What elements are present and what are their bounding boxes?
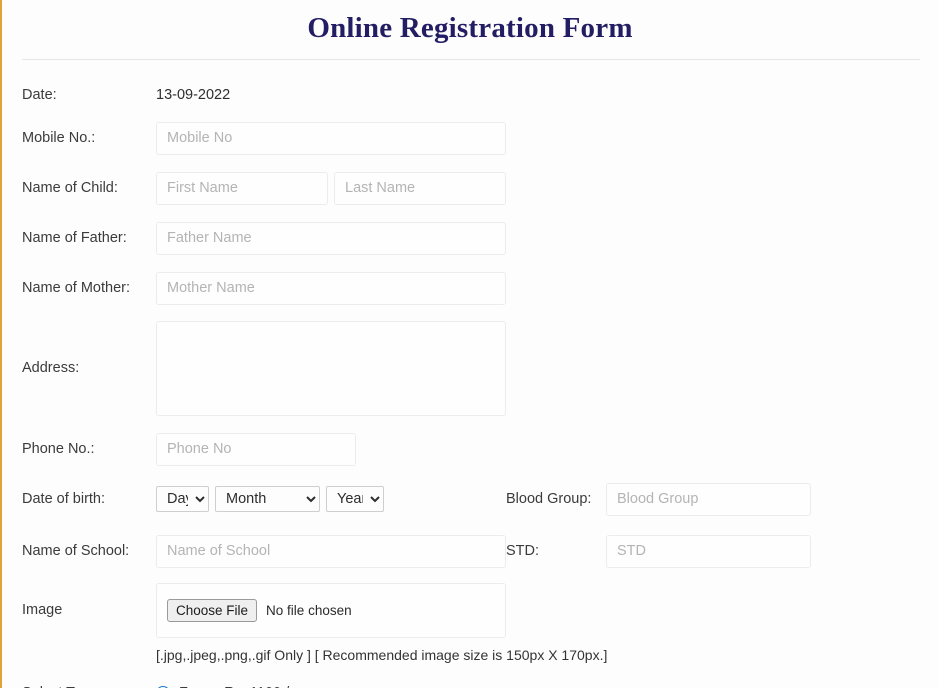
label-school: Name of School: — [22, 542, 130, 559]
mother-name-field-area — [156, 271, 506, 305]
row-father-name: Name of Father: — [2, 221, 938, 255]
title-divider — [22, 59, 920, 60]
label-blood-group: Blood Group: — [506, 491, 592, 507]
row-address: Address: — [2, 321, 938, 416]
phone-input[interactable] — [156, 432, 356, 466]
school-name-input[interactable] — [156, 534, 506, 568]
std-input[interactable] — [606, 534, 811, 568]
label-date-of-birth: Date of birth: — [22, 490, 106, 507]
blood-group-input[interactable] — [606, 482, 811, 516]
label-father-name: Name of Father: — [22, 229, 127, 246]
choose-file-button[interactable]: Choose File — [167, 599, 258, 622]
label-child-name: Name of Child: — [22, 179, 118, 196]
row-date: Date: 13-09-2022 — [2, 78, 938, 112]
row-mobile: Mobile No.: — [2, 121, 938, 155]
std-col: STD: — [506, 534, 938, 568]
row-child-name: Name of Child: — [2, 171, 938, 205]
label-phone: Phone No.: — [22, 440, 95, 457]
row-date-of-birth: Date of birth: Day Month Year Blood Grou… — [2, 482, 938, 516]
dob-field-area: Day Month Year — [156, 486, 506, 512]
label-date: Date: — [22, 86, 57, 103]
row-phone: Phone No.: — [2, 432, 938, 466]
dob-day-select[interactable]: Day — [156, 486, 209, 512]
date-value: 13-09-2022 — [156, 87, 231, 103]
dob-month-select[interactable]: Month — [215, 486, 320, 512]
address-textarea[interactable] — [156, 321, 506, 416]
child-name-field-area — [156, 171, 506, 205]
row-image-upload: Image Choose File No file chosen — [2, 583, 938, 638]
registration-form-page: Online Registration Form Date: 13-09-202… — [0, 0, 938, 688]
blood-group-col: Blood Group: — [506, 482, 938, 516]
date-value-area: 13-09-2022 — [156, 87, 506, 103]
child-last-name-input[interactable] — [334, 171, 506, 205]
image-hint-text: [.jpg,.jpeg,.png,.gif Only ] [ Recommend… — [156, 647, 608, 663]
father-name-input[interactable] — [156, 221, 506, 255]
row-select-type: Select Type: Fees - Rs. 1100 /- — [2, 676, 938, 688]
father-name-field-area — [156, 221, 506, 255]
address-field-area — [156, 321, 506, 416]
mother-name-input[interactable] — [156, 271, 506, 305]
image-field-area: Choose File No file chosen — [156, 583, 506, 638]
mobile-field-area — [156, 121, 506, 155]
row-mother-name: Name of Mother: — [2, 271, 938, 305]
label-mother-name: Name of Mother: — [22, 279, 130, 296]
dob-year-select[interactable]: Year — [326, 486, 384, 512]
mobile-input[interactable] — [156, 121, 506, 155]
label-address: Address: — [22, 360, 80, 376]
school-field-area — [156, 534, 506, 568]
form-body: Date: 13-09-2022 Mobile No.: Name of Chi… — [2, 78, 938, 688]
label-mobile: Mobile No.: — [22, 129, 96, 146]
phone-field-area — [156, 432, 506, 466]
page-title: Online Registration Form — [307, 12, 633, 44]
row-school: Name of School: STD: — [2, 534, 938, 568]
label-std: STD: — [506, 543, 540, 559]
label-image: Image — [22, 602, 63, 618]
label-select-type: Select Type: — [2, 684, 156, 688]
file-input-box[interactable]: Choose File No file chosen — [156, 583, 506, 638]
file-status-text: No file chosen — [266, 603, 352, 618]
child-first-name-input[interactable] — [156, 171, 328, 205]
